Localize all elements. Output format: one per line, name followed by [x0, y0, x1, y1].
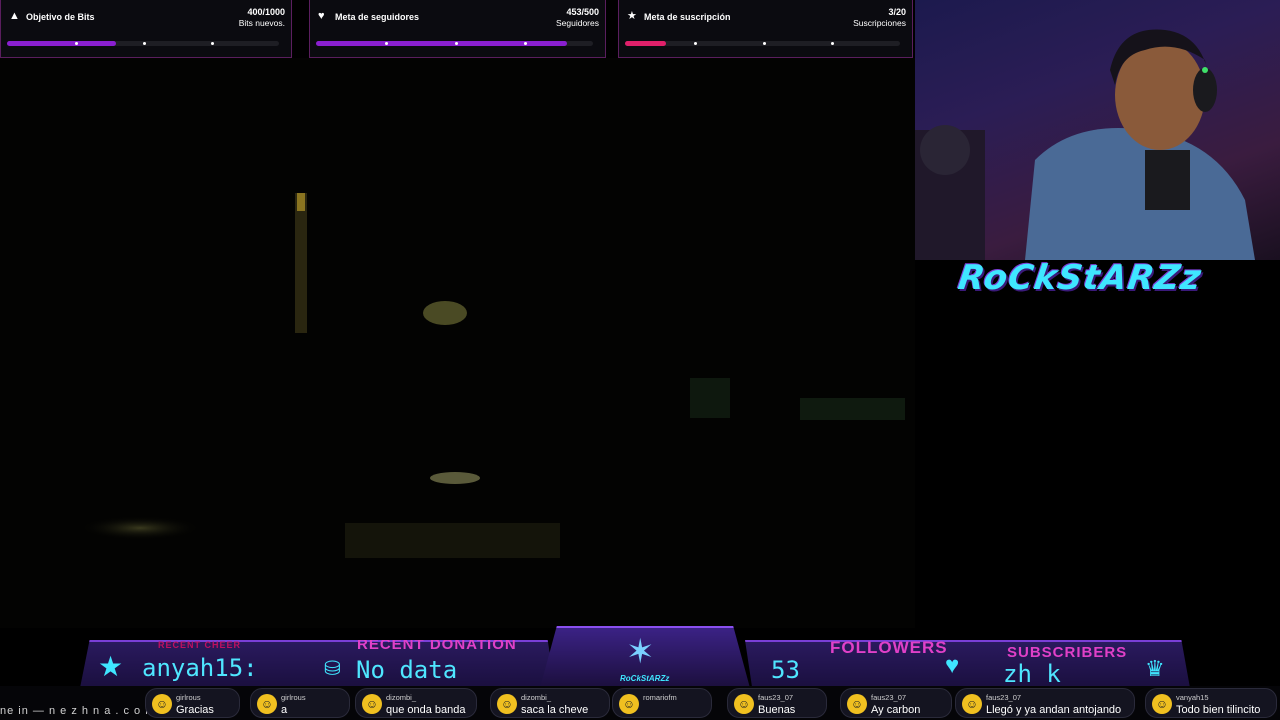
chat-text: a [281, 704, 288, 716]
progress-marker [454, 42, 458, 45]
chat-username: dizombi_ [521, 693, 552, 702]
coins-icon: ⛁ [324, 658, 341, 680]
chat-text: saca la cheve [521, 704, 589, 716]
followers-goal: ♥ Meta de seguidores 453/500 Seguidores [309, 0, 606, 58]
ticker-text: ne in — n e z h n a . c o m [0, 705, 156, 717]
bits-goal: ▲ Objetivo de Bits 400/1000 Bits nuevos. [0, 0, 292, 58]
goal-value: 453/500 [566, 7, 599, 17]
recent-cheer-panel: RECENT CHEER ★ anyah15: [80, 640, 320, 688]
progress-marker [211, 42, 214, 45]
game-scene [0, 58, 915, 628]
chat-message: ☺ vanyah15 Todo bien tilincito [1145, 688, 1277, 718]
goal-title: Objetivo de Bits [26, 12, 95, 22]
star-icon: ★ [627, 10, 637, 22]
user-avatar-icon: ☺ [847, 694, 867, 714]
chat-username: faus23_07 [871, 693, 907, 702]
followers-panel: FOLLOWERS 53 ♥ [745, 640, 985, 688]
progress-marker [75, 42, 78, 45]
heart-icon: ♥ [945, 652, 960, 679]
followers-label: FOLLOWERS [830, 638, 948, 657]
recent-donation-panel: RECENT DONATION ⛁ No data [310, 640, 555, 688]
chat-message: ☺ faus23_07 Llegó y ya andan antojando [955, 688, 1135, 718]
user-avatar-icon: ☺ [619, 694, 639, 714]
chat-text: Gracias [176, 704, 214, 716]
center-logo-panel: ✶ RoCkStARZz [540, 626, 750, 688]
chat-text: Todo bien tilincito [1176, 704, 1261, 716]
star-logo-icon: ✶ [626, 633, 655, 671]
chat-text: Llegó y ya andan antojando [986, 704, 1122, 716]
progress-marker [523, 42, 527, 45]
chat-message: ☺ romariofm [612, 688, 712, 718]
goal-subtitle: Bits nuevos. [238, 18, 285, 28]
chat-text: que onda banda [386, 704, 466, 716]
progress-marker [693, 42, 697, 45]
goal-progress-bar [7, 41, 279, 46]
recent-cheer-label: RECENT CHEER [158, 640, 242, 650]
user-avatar-icon: ☺ [962, 694, 982, 714]
user-avatar-icon: ☺ [1152, 694, 1172, 714]
trophy-icon: ♛ [1145, 656, 1165, 681]
chat-username: girlrous [176, 693, 201, 702]
goal-progress-fill [7, 41, 116, 46]
chat-message: ☺ faus23_07 Ay carbon [840, 688, 952, 718]
progress-marker [831, 42, 835, 45]
user-avatar-icon: ☺ [734, 694, 754, 714]
chat-text: Buenas [758, 704, 796, 716]
goal-progress-bar [625, 41, 900, 46]
goal-title: Meta de seguidores [335, 12, 420, 22]
goal-progress-bar [316, 41, 593, 46]
progress-marker [143, 42, 146, 45]
goal-value: 3/20 [888, 7, 906, 17]
chat-username: faus23_07 [758, 693, 794, 702]
chat-message: ☺ dizombi_que onda banda [355, 688, 477, 718]
subscribers-value: zh_k [1003, 660, 1061, 688]
goal-title: Meta de suscripción [644, 12, 731, 22]
chat-message: ☺ girlrous Gracias [145, 688, 240, 718]
center-logo-text: RoCkStARZz [620, 674, 670, 683]
recent-donation-value: No data [356, 656, 458, 684]
goal-value: 400/1000 [247, 7, 285, 17]
channel-logo: RoCkStARZz [955, 258, 1205, 298]
goal-progress-fill [316, 41, 567, 46]
bits-icon: ▲ [9, 10, 20, 22]
chat-username: girlrous [281, 693, 306, 702]
followers-value: 53 [771, 656, 800, 684]
user-avatar-icon: ☺ [257, 694, 277, 714]
subscription-goal: ★ Meta de suscripción 3/20 Suscripciones [618, 0, 913, 58]
heart-icon: ♥ [318, 10, 325, 22]
star-icon: ★ [98, 651, 124, 682]
webcam-feed [915, 0, 1280, 260]
streamer-silhouette [915, 29, 1255, 260]
chat-username: dizombi_ [386, 693, 417, 702]
subscribers-panel: SUBSCRIBERS zh_k ♛ [975, 640, 1190, 688]
chat-username: romariofm [643, 693, 677, 702]
game-capture [0, 58, 915, 628]
user-avatar-icon: ☺ [152, 694, 172, 714]
user-avatar-icon: ☺ [497, 694, 517, 714]
chat-text: Ay carbon [871, 704, 921, 716]
goal-subtitle: Seguidores [555, 18, 599, 28]
progress-marker [762, 42, 766, 45]
chat-message: ☺ girlrous a [250, 688, 350, 718]
recent-donation-label: RECENT DONATION [357, 636, 517, 653]
user-avatar-icon: ☺ [362, 694, 382, 714]
chat-message: ☺ dizombi_saca la cheve [490, 688, 610, 718]
goal-progress-fill [625, 41, 667, 46]
chat-username: faus23_07 [986, 693, 1022, 702]
chat-message: ☺ faus23_07 Buenas [727, 688, 827, 718]
chat-username: vanyah15 [1176, 693, 1209, 702]
subscribers-label: SUBSCRIBERS [1007, 644, 1128, 661]
recent-cheer-value: anyah15: [142, 654, 258, 682]
goal-subtitle: Suscripciones [853, 18, 906, 28]
